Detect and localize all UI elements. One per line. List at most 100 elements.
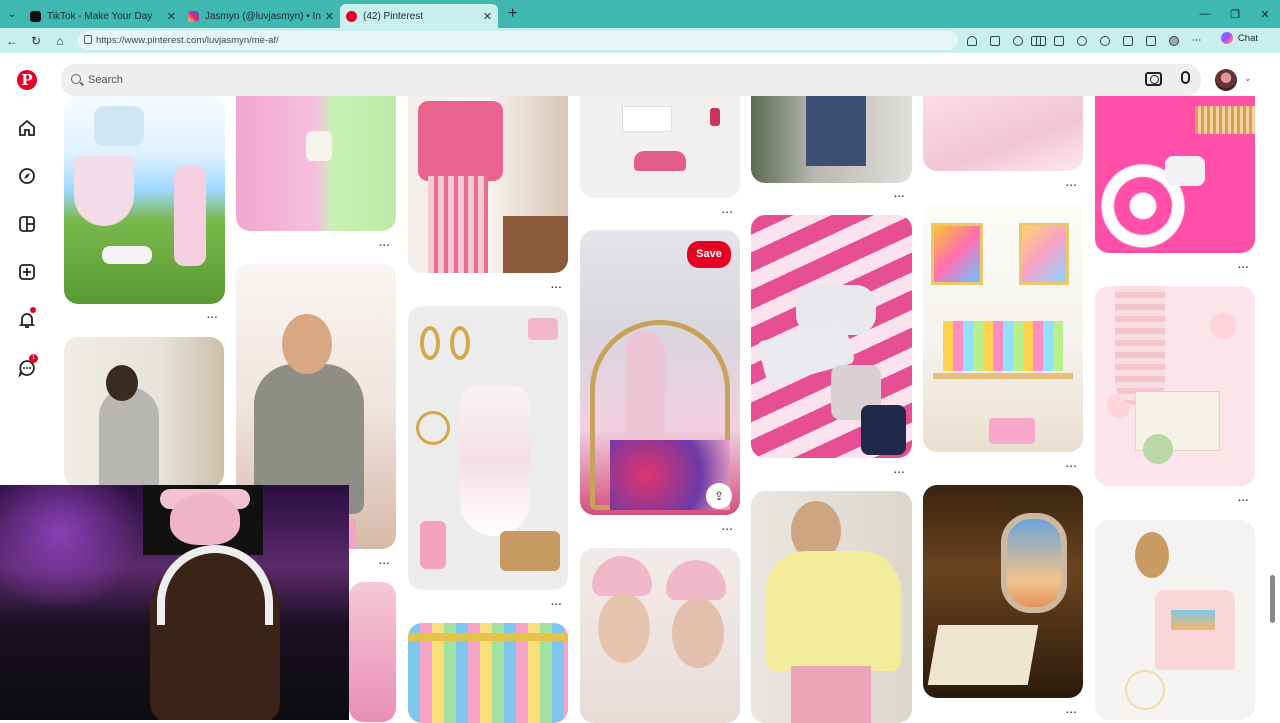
boards-icon[interactable] xyxy=(18,215,36,233)
minimize-icon[interactable]: — xyxy=(1190,8,1220,20)
home-icon[interactable] xyxy=(18,119,36,137)
face-image xyxy=(598,593,650,663)
pin-more-options-button[interactable]: ... xyxy=(1066,705,1077,716)
copilot-chat-button[interactable]: Chat xyxy=(1220,32,1258,44)
lock-icon xyxy=(84,35,92,44)
pin-beach-towel-flatlay[interactable] xyxy=(751,215,912,458)
pin-colorful-closet[interactable] xyxy=(408,623,568,723)
create-icon[interactable] xyxy=(18,263,36,281)
share-pin-icon[interactable]: ⇪ xyxy=(706,483,732,509)
tab-instagram[interactable]: Jasmyn (@luvjasmyn) • Instagram ✕ xyxy=(182,4,340,28)
tab-tiktok[interactable]: TikTok - Make Your Day ✕ xyxy=(24,4,182,28)
drink-image xyxy=(1143,434,1173,464)
pin-pink-top[interactable] xyxy=(349,582,396,722)
reload-icon[interactable]: ↻ xyxy=(24,34,48,48)
pin-jeans-outfit[interactable] xyxy=(751,96,912,183)
pin-airplane-window-book[interactable] xyxy=(923,485,1083,698)
visual-search-camera-icon[interactable] xyxy=(1145,72,1162,86)
home-browser-icon[interactable]: ⌂ xyxy=(48,34,72,48)
new-tab-button[interactable]: + xyxy=(508,5,517,23)
person-image xyxy=(99,387,159,487)
pin-pink-shorts[interactable] xyxy=(236,96,396,231)
profile-avatar[interactable] xyxy=(1215,69,1237,91)
pin-more-options-button[interactable]: ... xyxy=(551,597,562,608)
pin-face-masks[interactable] xyxy=(580,548,740,723)
park-print-image xyxy=(270,414,350,434)
pin-golf-outfit[interactable] xyxy=(64,96,225,304)
profile-icon[interactable] xyxy=(1168,35,1179,46)
pinterest-logo-icon[interactable]: P xyxy=(17,70,37,90)
pin-yellow-park-sweatshirt[interactable] xyxy=(751,491,912,723)
face-image xyxy=(672,598,724,668)
tshirt-image xyxy=(1155,590,1235,670)
voice-search-mic-icon[interactable] xyxy=(1181,71,1190,84)
pin-more-options-button[interactable]: ... xyxy=(894,465,905,476)
close-tab-icon[interactable]: ✕ xyxy=(325,10,334,23)
pin-mirror-selfie[interactable] xyxy=(64,337,224,487)
pin-more-options-button[interactable]: ... xyxy=(1066,459,1077,470)
back-icon[interactable]: ← xyxy=(0,34,24,48)
flag-skull-image xyxy=(170,493,240,545)
window-controls: — ❐ ✕ xyxy=(1190,0,1280,28)
wedge-sandal-image xyxy=(500,531,560,571)
collections-icon[interactable] xyxy=(1122,35,1133,46)
split-screen-icon[interactable] xyxy=(1030,35,1041,46)
pin-more-options-button[interactable]: ... xyxy=(722,205,733,216)
pin-more-options-button[interactable]: ... xyxy=(551,280,562,291)
pin-more-options-button[interactable]: ... xyxy=(1238,260,1249,271)
bell-icon[interactable] xyxy=(966,35,977,46)
pin-mirror-selfie-pink-room[interactable] xyxy=(580,230,740,515)
chat-label: Chat xyxy=(1237,32,1258,44)
page-scrollbar[interactable] xyxy=(1270,575,1275,623)
account-chevron-down-icon[interactable]: ⌄ xyxy=(1244,73,1252,84)
close-tab-icon[interactable]: ✕ xyxy=(167,10,176,23)
sweater-image xyxy=(418,101,503,181)
pin-pastel-desk[interactable] xyxy=(923,203,1083,452)
notifications-icon[interactable] xyxy=(18,307,36,329)
painting-image xyxy=(931,223,983,285)
pin-kids-outfit[interactable] xyxy=(1095,520,1255,720)
notification-dot xyxy=(30,307,36,313)
extensions-icon[interactable] xyxy=(1053,35,1064,46)
grid-icon[interactable] xyxy=(989,35,1000,46)
golf-bag-image xyxy=(174,166,206,266)
explore-icon[interactable] xyxy=(18,167,36,185)
copilot-icon xyxy=(1220,32,1233,44)
share-icon[interactable] xyxy=(1145,35,1156,46)
pin-pink-bedding-feet[interactable] xyxy=(1095,96,1255,253)
pin-floral-dress-flatlay[interactable] xyxy=(408,306,568,590)
pin-more-options-button[interactable]: ... xyxy=(894,189,905,200)
favorites-icon[interactable] xyxy=(1076,35,1087,46)
address-bar[interactable]: https://www.pinterest.com/luvjasmyn/me-a… xyxy=(78,31,958,50)
maximize-icon[interactable]: ❐ xyxy=(1220,8,1250,21)
earring-image xyxy=(420,326,440,360)
tab-actions-chevron-icon[interactable]: ⌄ xyxy=(0,0,24,28)
toolbar-icons: ⋯ xyxy=(1024,32,1208,49)
lipstick-image xyxy=(710,108,720,126)
messages-icon[interactable]: 1 xyxy=(18,354,38,378)
tab-pinterest[interactable]: (42) Pinterest ✕ xyxy=(340,4,498,28)
more-icon[interactable]: ⋯ xyxy=(1192,35,1202,46)
pin-more-options-button[interactable]: ... xyxy=(722,522,733,533)
star-icon[interactable] xyxy=(1012,35,1023,46)
bag-image xyxy=(306,131,332,161)
pin-white-tee-pink-sneakers[interactable] xyxy=(580,96,740,198)
pin-pink-fabric[interactable] xyxy=(923,96,1083,171)
pin-more-options-button[interactable]: ... xyxy=(379,556,390,567)
sunset-graphic-image xyxy=(1171,610,1215,630)
pin-more-options-button[interactable]: ... xyxy=(1238,493,1249,504)
sports-bra-image xyxy=(94,106,144,146)
save-pin-button[interactable]: Save xyxy=(687,241,731,268)
pin-pink-lounge-set[interactable] xyxy=(408,96,568,273)
person-image xyxy=(625,330,665,450)
pin-reading-in-bed[interactable] xyxy=(1095,286,1255,486)
pin-more-options-button[interactable]: ... xyxy=(379,238,390,249)
close-tab-icon[interactable]: ✕ xyxy=(483,10,492,23)
close-window-icon[interactable]: ✕ xyxy=(1250,8,1280,21)
pin-more-options-button[interactable]: ... xyxy=(207,310,218,321)
search-bar[interactable]: Search xyxy=(61,64,1201,96)
pin-more-options-button[interactable]: ... xyxy=(1066,178,1077,189)
history-icon[interactable] xyxy=(1099,35,1110,46)
towel-image xyxy=(592,556,652,596)
tiktok-icon xyxy=(30,10,41,22)
